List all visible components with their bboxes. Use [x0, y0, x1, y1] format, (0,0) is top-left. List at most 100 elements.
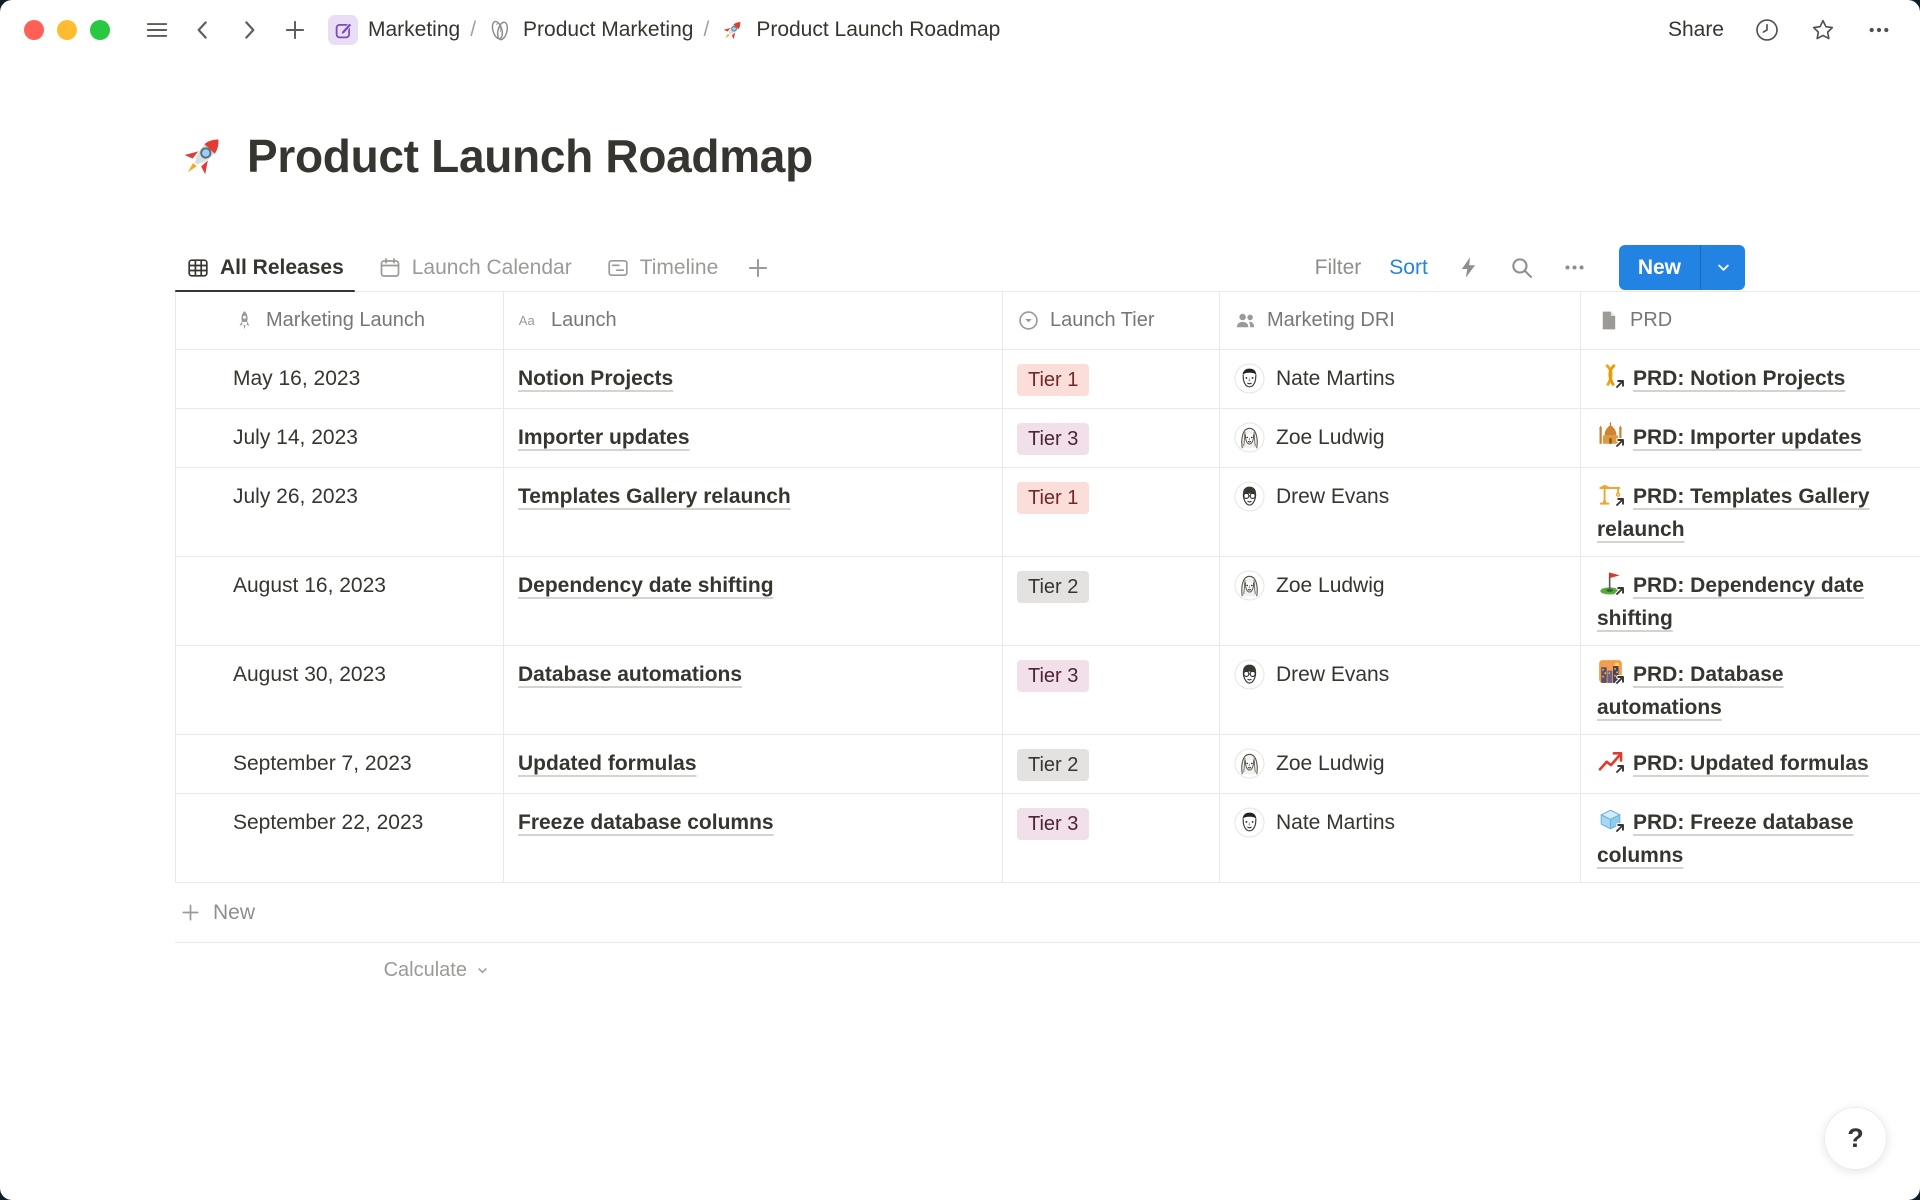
launch-title-cell[interactable]: Dependency date shifting	[504, 557, 1003, 645]
marketing-dri-cell[interactable]: Drew Evans	[1220, 468, 1581, 556]
link-arrow-icon	[1613, 821, 1627, 835]
launch-tier-cell[interactable]: Tier 2	[1003, 557, 1220, 645]
tier-badge[interactable]: Tier 1	[1017, 482, 1089, 514]
marketing-dri-cell[interactable]: Nate Martins	[1220, 350, 1581, 408]
prd-cell[interactable]: PRD: Database automations	[1581, 646, 1920, 734]
tier-badge[interactable]: Tier 3	[1017, 808, 1089, 840]
marketing-launch-date-cell[interactable]: September 22, 2023	[175, 794, 504, 882]
new-button-label[interactable]: New	[1619, 245, 1700, 290]
launch-tier-cell[interactable]: Tier 1	[1003, 350, 1220, 408]
launch-title-cell[interactable]: Importer updates	[504, 409, 1003, 467]
prd-cell[interactable]: PRD: Importer updates	[1581, 409, 1920, 467]
add-view-icon[interactable]	[745, 255, 771, 281]
filter-button[interactable]: Filter	[1315, 256, 1362, 280]
launch-page-link[interactable]: Dependency date shifting	[518, 574, 774, 597]
prd-cell[interactable]: PRD: Dependency date shifting	[1581, 557, 1920, 645]
marketing-dri-cell[interactable]: Zoe Ludwig	[1220, 409, 1581, 467]
sort-button[interactable]: Sort	[1389, 256, 1428, 280]
favorite-star-icon[interactable]	[1810, 17, 1836, 43]
prd-page-link[interactable]: PRD: Dependency date shifting	[1597, 574, 1864, 630]
tier-badge[interactable]: Tier 1	[1017, 364, 1089, 396]
tier-badge[interactable]: Tier 3	[1017, 423, 1089, 455]
minimize-window-button[interactable]	[57, 20, 77, 40]
marketing-launch-date-cell[interactable]: August 30, 2023	[175, 646, 504, 734]
zoom-window-button[interactable]	[90, 20, 110, 40]
tier-badge[interactable]: Tier 2	[1017, 749, 1089, 781]
search-icon[interactable]	[1509, 255, 1534, 280]
column-header-launch-tier[interactable]: Launch Tier	[1003, 292, 1220, 349]
launch-page-link[interactable]: Database automations	[518, 663, 742, 686]
new-dropdown-button[interactable]	[1700, 245, 1745, 290]
marketing-launch-date-cell[interactable]: September 7, 2023	[175, 735, 504, 793]
close-window-button[interactable]	[24, 20, 44, 40]
automations-bolt-icon[interactable]	[1456, 255, 1481, 280]
marketing-dri-cell[interactable]: Zoe Ludwig	[1220, 557, 1581, 645]
marketing-launch-date-cell[interactable]: July 26, 2023	[175, 468, 504, 556]
launch-page-link[interactable]: Notion Projects	[518, 367, 673, 390]
person-chip[interactable]: Drew Evans	[1234, 480, 1568, 513]
marketing-launch-date-cell[interactable]: August 16, 2023	[175, 557, 504, 645]
column-header-prd[interactable]: PRD	[1581, 292, 1920, 349]
person-chip[interactable]: Zoe Ludwig	[1234, 421, 1568, 454]
new-button[interactable]: New	[1619, 245, 1745, 290]
launch-title-cell[interactable]: Database automations	[504, 646, 1003, 734]
column-header-marketing-dri[interactable]: Marketing DRI	[1220, 292, 1581, 349]
breadcrumb-item-marketing[interactable]: Marketing	[328, 15, 460, 45]
prd-cell[interactable]: PRD: Templates Gallery relaunch	[1581, 468, 1920, 556]
launch-page-link[interactable]: Templates Gallery relaunch	[518, 485, 791, 508]
share-button[interactable]: Share	[1668, 18, 1724, 42]
prd-page-link[interactable]: PRD: Templates Gallery relaunch	[1597, 485, 1870, 541]
prd-page-link[interactable]: PRD: Notion Projects	[1633, 367, 1845, 390]
launch-tier-cell[interactable]: Tier 1	[1003, 468, 1220, 556]
view-settings-icon[interactable]	[1562, 255, 1587, 280]
prd-cell[interactable]: PRD: Updated formulas	[1581, 735, 1920, 793]
prd-page-link[interactable]: PRD: Freeze database columns	[1597, 811, 1854, 867]
launch-title-cell[interactable]: Notion Projects	[504, 350, 1003, 408]
launch-page-link[interactable]: Updated formulas	[518, 752, 697, 775]
tab-launch-calendar[interactable]: Launch Calendar	[367, 244, 583, 291]
breadcrumb-item-product-marketing[interactable]: Product Marketing	[486, 17, 693, 44]
page-title-text[interactable]: Product Launch Roadmap	[247, 129, 813, 183]
forward-icon[interactable]	[236, 17, 262, 43]
prd-page-link[interactable]: PRD: Updated formulas	[1633, 752, 1869, 775]
launch-page-link[interactable]: Freeze database columns	[518, 811, 774, 834]
sidebar-menu-icon[interactable]	[144, 17, 170, 43]
launch-tier-cell[interactable]: Tier 3	[1003, 794, 1220, 882]
tab-all-releases[interactable]: All Releases	[175, 244, 355, 291]
marketing-launch-date-cell[interactable]: May 16, 2023	[175, 350, 504, 408]
launch-page-link[interactable]: Importer updates	[518, 426, 690, 449]
help-button[interactable]: ?	[1824, 1107, 1887, 1170]
launch-title-cell[interactable]: Updated formulas	[504, 735, 1003, 793]
person-chip[interactable]: Zoe Ludwig	[1234, 569, 1568, 602]
column-header-launch[interactable]: Aa Launch	[504, 292, 1003, 349]
updates-clock-icon[interactable]	[1754, 17, 1780, 43]
marketing-dri-cell[interactable]: Zoe Ludwig	[1220, 735, 1581, 793]
launch-title-cell[interactable]: Templates Gallery relaunch	[504, 468, 1003, 556]
tier-badge[interactable]: Tier 3	[1017, 660, 1089, 692]
launch-tier-cell[interactable]: Tier 3	[1003, 646, 1220, 734]
prd-cell[interactable]: PRD: Freeze database columns	[1581, 794, 1920, 882]
marketing-dri-cell[interactable]: Nate Martins	[1220, 794, 1581, 882]
marketing-launch-date-cell[interactable]: July 14, 2023	[175, 409, 504, 467]
column-header-marketing-launch[interactable]: Marketing Launch	[175, 292, 504, 349]
person-chip[interactable]: Nate Martins	[1234, 362, 1568, 395]
launch-tier-cell[interactable]: Tier 3	[1003, 409, 1220, 467]
new-page-icon[interactable]	[282, 17, 308, 43]
breadcrumb-item-product-launch-roadmap[interactable]: Product Launch Roadmap	[719, 17, 1000, 44]
tier-badge[interactable]: Tier 2	[1017, 571, 1089, 603]
calculate-button[interactable]: Calculate	[175, 943, 504, 997]
back-icon[interactable]	[190, 17, 216, 43]
tab-timeline[interactable]: Timeline	[595, 244, 730, 291]
person-chip[interactable]: Zoe Ludwig	[1234, 747, 1568, 780]
person-chip[interactable]: Nate Martins	[1234, 806, 1568, 839]
more-options-icon[interactable]	[1866, 17, 1892, 43]
new-row-button[interactable]: New	[175, 883, 1920, 943]
prd-page-link[interactable]: PRD: Importer updates	[1633, 426, 1862, 449]
prd-cell[interactable]: PRD: Notion Projects	[1581, 350, 1920, 408]
marketing-dri-cell[interactable]: Drew Evans	[1220, 646, 1581, 734]
launch-tier-cell[interactable]: Tier 2	[1003, 735, 1220, 793]
launch-title-cell[interactable]: Freeze database columns	[504, 794, 1003, 882]
person-chip[interactable]: Drew Evans	[1234, 658, 1568, 691]
drew-avatar	[1234, 659, 1265, 690]
rocket-icon[interactable]	[175, 129, 230, 184]
